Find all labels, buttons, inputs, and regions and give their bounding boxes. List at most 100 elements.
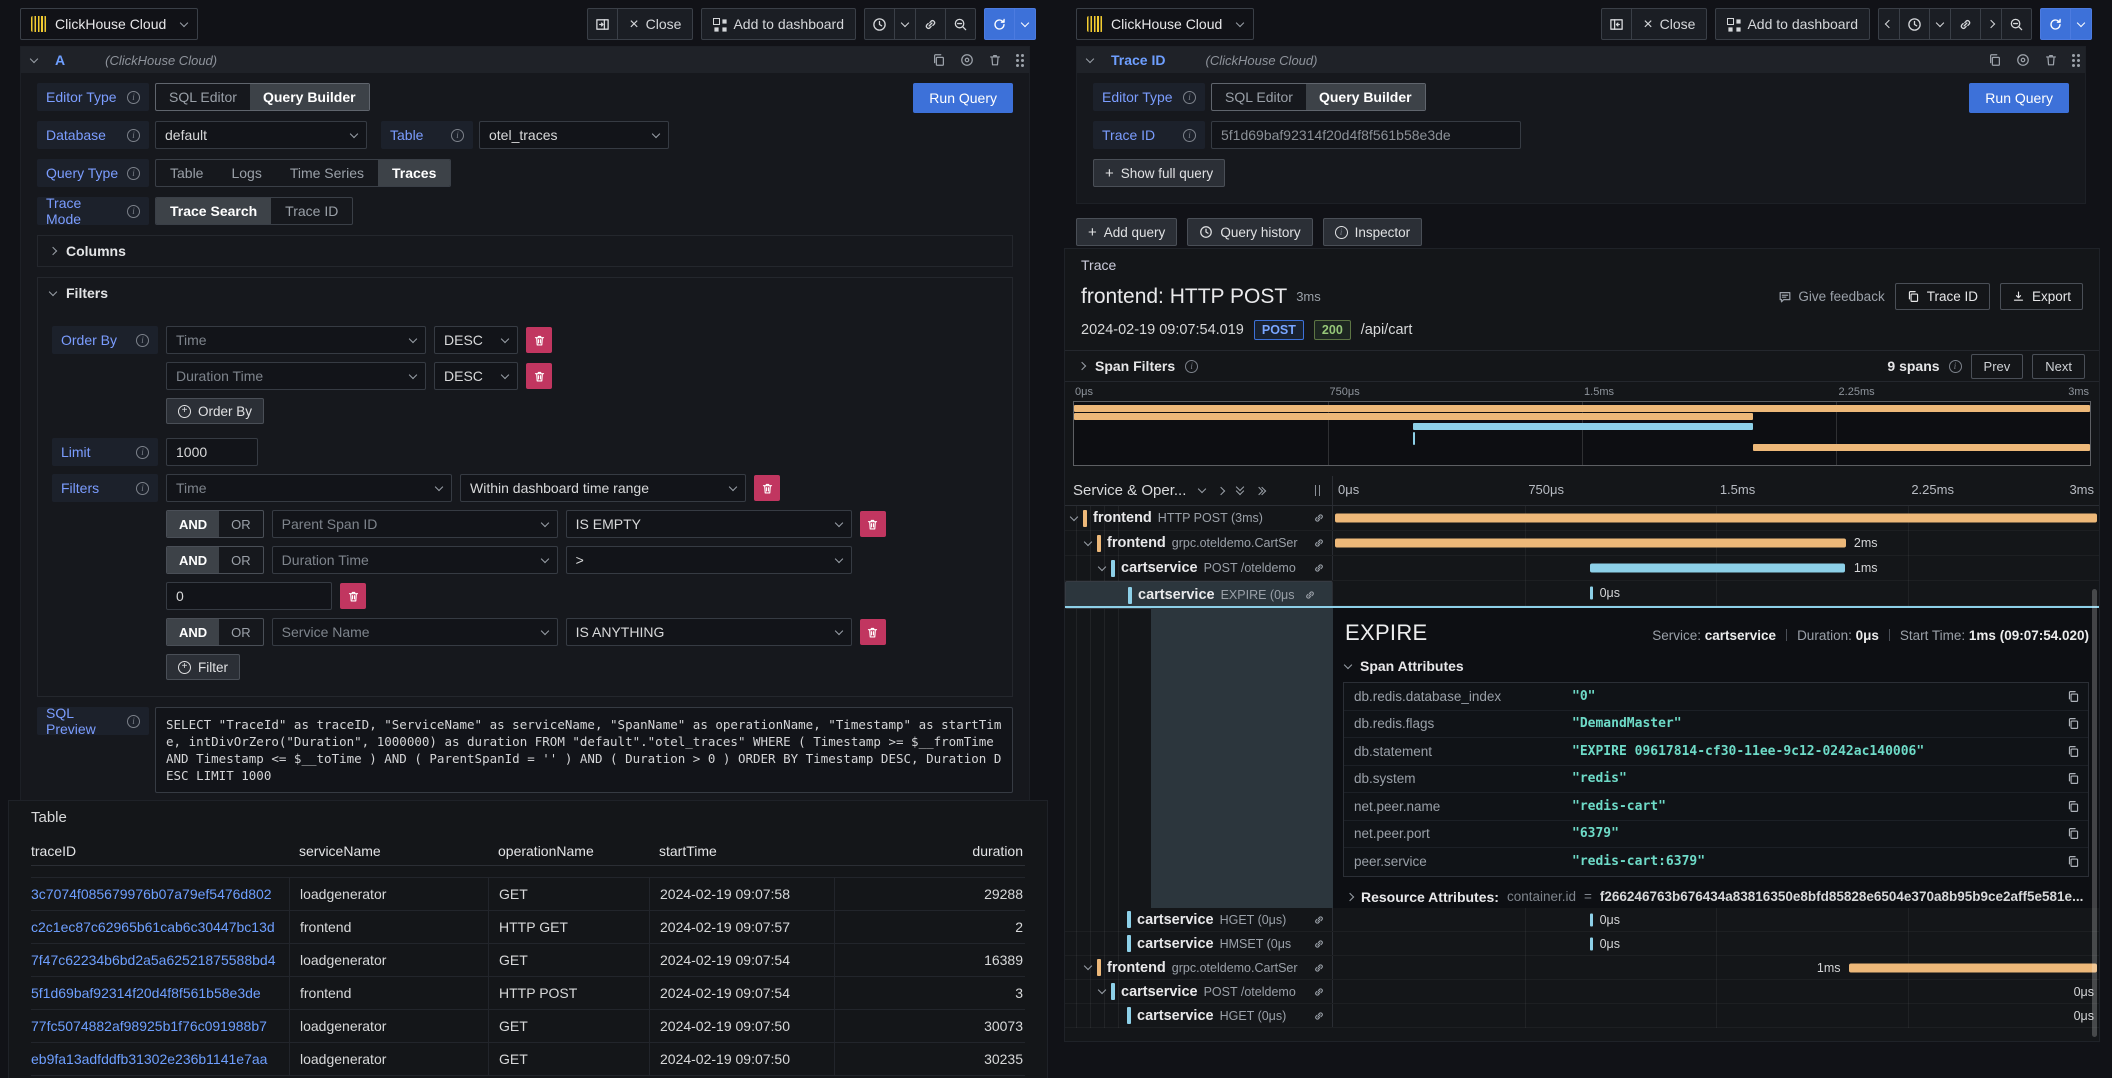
span-row[interactable]: cartservice POST /oteldemo 0μs	[1065, 980, 2099, 1004]
zoom-out-button[interactable]	[946, 8, 976, 40]
query-header-traceid[interactable]: Trace ID (ClickHouse Cloud)	[1077, 47, 2085, 73]
chevron-right-icon[interactable]	[1217, 486, 1225, 494]
time-picker-caret[interactable]	[1930, 8, 1951, 40]
trace-minimap[interactable]: 0μs 750μs 1.5ms 2.25ms 3ms	[1073, 386, 2091, 468]
query-builder-tab[interactable]: Query Builder	[250, 84, 369, 110]
chevron-down-icon[interactable]	[1098, 986, 1106, 994]
copy-icon[interactable]	[2067, 855, 2080, 868]
copy-icon[interactable]	[2067, 772, 2080, 785]
query-history-button[interactable]: Query history	[1187, 218, 1312, 246]
drag-handle-icon[interactable]	[1016, 54, 1019, 57]
add-to-dashboard-button[interactable]: Add to dashboard	[1715, 8, 1870, 40]
span-link-icon[interactable]	[1313, 512, 1325, 524]
next-span-button[interactable]: Next	[2032, 354, 2085, 379]
filter-field-select-3[interactable]: Service Name	[272, 618, 558, 646]
remove-filter-button-3[interactable]	[860, 619, 886, 645]
database-select[interactable]: default	[155, 121, 367, 149]
or-button[interactable]: OR	[219, 619, 263, 645]
span-tick[interactable]	[1590, 937, 1593, 950]
add-query-button[interactable]: Add query	[1076, 218, 1177, 246]
info-icon[interactable]	[136, 334, 149, 347]
span-bar[interactable]	[1335, 539, 1847, 548]
trace-id-link[interactable]: c2c1ec87c62965b61cab6c30447bc13d	[31, 911, 289, 943]
trace-mode-id[interactable]: Trace ID	[271, 198, 352, 224]
sql-editor-tab[interactable]: SQL Editor	[156, 84, 250, 110]
scrollbar-thumb[interactable]	[2092, 589, 2097, 1037]
prev-span-button[interactable]: Prev	[1971, 354, 2024, 379]
remove-filter-button-2[interactable]	[860, 511, 886, 537]
trace-id-link[interactable]: eb9fa13adfddfb31302e236b1141e7aa	[31, 1043, 289, 1075]
filter-time-op-select[interactable]: Within dashboard time range	[460, 474, 746, 502]
minimap-area[interactable]	[1073, 401, 2091, 466]
filters-accordion-header[interactable]: Filters	[38, 278, 1012, 308]
limit-input[interactable]: 1000	[166, 438, 258, 466]
trace-id-link[interactable]: 77fc5074882af98925b1f76c091988b7	[31, 1010, 289, 1042]
run-query-button[interactable]: Run Query	[1969, 83, 2069, 113]
duplicate-query-icon[interactable]	[1988, 53, 2002, 67]
remove-query-trash-icon[interactable]	[2044, 53, 2058, 67]
span-bar[interactable]	[1590, 564, 1845, 573]
remove-order-by-button-2[interactable]	[526, 363, 552, 389]
col-header-operationname[interactable]: operationName	[488, 836, 649, 865]
add-to-dashboard-button[interactable]: Add to dashboard	[701, 8, 856, 40]
trace-id-input[interactable]: 5f1d69baf92314f20d4f8f561b58e3de	[1211, 121, 1521, 149]
filter-time-field-select[interactable]: Time	[166, 474, 452, 502]
refresh-caret[interactable]	[2071, 8, 2092, 40]
columns-accordion-header[interactable]: Columns	[38, 236, 1012, 266]
filter-field-select[interactable]: Parent Span ID	[272, 510, 558, 538]
query-type-timeseries[interactable]: Time Series	[276, 160, 378, 186]
sql-editor-tab[interactable]: SQL Editor	[1212, 84, 1306, 110]
name-column-header[interactable]: Service & Oper...	[1065, 476, 1333, 505]
info-icon[interactable]	[1949, 360, 1962, 373]
resource-attributes-accordion[interactable]: Resource Attributes: container.id = f266…	[1347, 889, 2089, 905]
info-icon[interactable]	[136, 446, 149, 459]
span-link-icon[interactable]	[1313, 1010, 1325, 1022]
copy-icon[interactable]	[2067, 745, 2080, 758]
expand-all-icon[interactable]	[1256, 488, 1265, 494]
copy-icon[interactable]	[2067, 690, 2080, 703]
span-tick[interactable]	[1590, 913, 1593, 926]
add-order-by-button[interactable]: Order By	[166, 398, 264, 424]
span-row[interactable]: cartservice POST /oteldemo 1ms	[1065, 556, 2099, 581]
filter-value-input[interactable]: 0	[166, 582, 332, 610]
and-button[interactable]: AND	[167, 619, 219, 645]
show-full-query-button[interactable]: Show full query	[1093, 159, 1225, 187]
query-type-traces[interactable]: Traces	[378, 160, 450, 186]
time-shift-forward-button[interactable]	[1981, 8, 2002, 40]
column-resize-grip[interactable]	[1315, 485, 1320, 496]
info-icon[interactable]	[451, 129, 464, 142]
info-icon[interactable]	[1183, 91, 1196, 104]
time-picker-caret[interactable]	[895, 8, 916, 40]
span-link-icon[interactable]	[1313, 986, 1325, 998]
trace-id-link[interactable]: 7f47c62234b6bd2a5a62521875588bd4	[31, 944, 289, 976]
span-filters-label[interactable]: Span Filters	[1095, 358, 1175, 374]
chevron-right-icon[interactable]	[1078, 362, 1086, 370]
time-picker-button[interactable]	[1900, 8, 1930, 40]
time-picker-button[interactable]	[864, 8, 895, 40]
order-by-dir-select[interactable]: DESC	[434, 326, 518, 354]
trace-id-link[interactable]: 5f1d69baf92314f20d4f8f561b58e3de	[31, 977, 289, 1009]
or-button[interactable]: OR	[219, 547, 263, 573]
span-row[interactable]: frontend grpc.oteldemo.CartSer 2ms	[1065, 531, 2099, 556]
filter-op-select-2[interactable]: >	[566, 546, 852, 574]
col-header-duration[interactable]: duration	[834, 836, 1025, 865]
info-icon[interactable]	[136, 482, 149, 495]
span-link-icon[interactable]	[1313, 962, 1325, 974]
collapse-chevron-icon[interactable]	[1086, 54, 1094, 62]
trace-mode-search[interactable]: Trace Search	[156, 198, 271, 224]
span-row[interactable]: cartservice HMSET (0μs 0μs	[1065, 932, 2099, 956]
close-button[interactable]: Close	[618, 8, 693, 40]
remove-filter-button[interactable]	[754, 475, 780, 501]
trace-id-button[interactable]: Trace ID	[1895, 283, 1990, 310]
and-button[interactable]: AND	[167, 511, 219, 537]
duplicate-query-icon[interactable]	[932, 53, 946, 67]
span-row-selected[interactable]: cartservice EXPIRE (0μs 0μs	[1065, 581, 2099, 606]
info-icon[interactable]	[127, 91, 140, 104]
table-select[interactable]: otel_traces	[479, 121, 669, 149]
add-filter-button[interactable]: Filter	[166, 654, 240, 680]
span-row[interactable]: frontend HTTP POST (3ms)	[1065, 506, 2099, 531]
info-icon[interactable]	[127, 715, 140, 728]
chevron-down-icon[interactable]	[1084, 962, 1092, 970]
span-link-icon[interactable]	[1313, 537, 1325, 549]
span-link-icon[interactable]	[1313, 562, 1325, 574]
